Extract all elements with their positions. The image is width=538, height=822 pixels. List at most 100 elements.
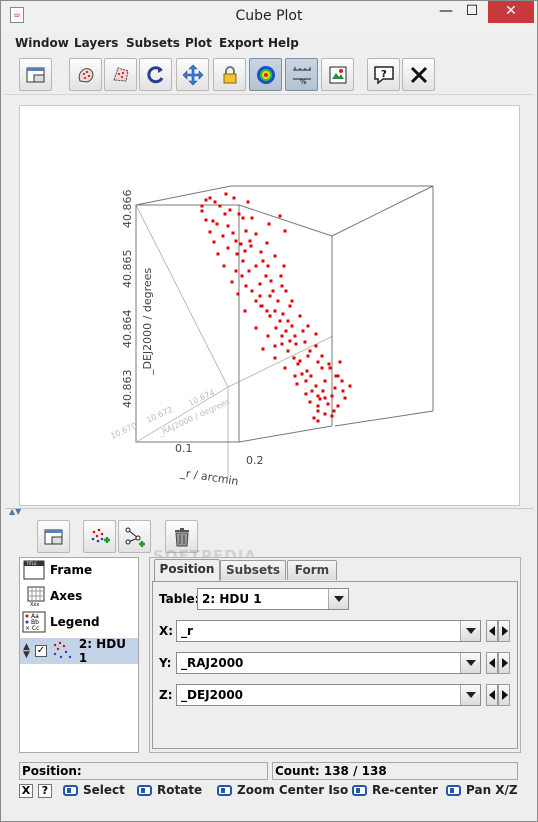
data-point: [226, 224, 230, 228]
data-point: [200, 209, 204, 213]
data-point: [348, 384, 352, 388]
position-status: Position:: [19, 762, 268, 780]
menu-layers[interactable]: Layers: [74, 36, 118, 50]
mouse-middle-icon: [352, 784, 367, 796]
menu-export[interactable]: Export: [219, 36, 263, 50]
x-column-value: _r: [181, 624, 193, 638]
axis-scale-button[interactable]: %: [285, 58, 318, 91]
density-button[interactable]: [249, 58, 282, 91]
layer-frame-label: Frame: [50, 563, 93, 577]
data-point: [215, 222, 219, 226]
menu-window[interactable]: Window: [15, 36, 69, 50]
density-icon: [256, 65, 275, 84]
data-point: [234, 239, 238, 243]
add-pair-layer-icon: [125, 527, 145, 547]
new-window-button[interactable]: [19, 58, 52, 91]
draw-subset-polygon-button[interactable]: [104, 58, 137, 91]
z-column-select[interactable]: _DEJ2000: [176, 684, 481, 706]
lock-aspect-button[interactable]: [213, 58, 246, 91]
menu-bar: Window Layers Subsets Plot Export Help: [5, 34, 533, 54]
plot-area[interactable]: 40.863 40.864 40.865 40.866 _DEJ2000 / d…: [19, 105, 520, 506]
data-point: [231, 231, 235, 235]
layer-visible-checkbox[interactable]: ✓: [34, 645, 47, 657]
y-column-select[interactable]: _RAJ2000: [176, 652, 481, 674]
rotate-reset-button[interactable]: [139, 58, 172, 91]
layer-axes[interactable]: Xxx Axes: [20, 584, 138, 608]
mouse-right-icon: [446, 784, 461, 796]
data-point: [333, 386, 337, 390]
close-button[interactable]: ✕: [488, 1, 534, 23]
data-point: [308, 349, 312, 353]
data-point: [241, 216, 245, 220]
data-point: [301, 329, 305, 333]
help-button[interactable]: ?: [367, 58, 400, 91]
x-label: X:: [159, 624, 174, 638]
chevron-down-icon[interactable]: [328, 589, 348, 609]
add-pair-layer-button[interactable]: [118, 520, 151, 553]
data-point: [244, 229, 248, 233]
z-prev-button[interactable]: [486, 684, 498, 706]
hint-pan-label: Pan X/Z: [466, 783, 518, 797]
menu-plot[interactable]: Plot: [185, 36, 212, 50]
tab-position[interactable]: Position: [154, 559, 220, 581]
add-position-layer-button[interactable]: [83, 520, 116, 553]
data-point: [280, 342, 284, 346]
close-window-button[interactable]: [402, 58, 435, 91]
chevron-down-icon[interactable]: [460, 653, 480, 673]
data-point: [204, 198, 208, 202]
data-point: [216, 252, 220, 256]
hints-help-button[interactable]: ?: [38, 784, 52, 798]
data-point: [232, 196, 236, 200]
data-point: [305, 369, 309, 373]
data-point: [298, 359, 302, 363]
data-point: [318, 397, 322, 401]
x-column-select[interactable]: _r: [176, 620, 481, 642]
frame-icon: TITLE: [23, 560, 45, 580]
layer-hdu1[interactable]: ▲ ▼ ✓ 2: HDU 1: [20, 637, 138, 665]
x-next-button[interactable]: [498, 620, 510, 642]
split-arrows-icon[interactable]: ▲▼: [9, 507, 21, 516]
chevron-down-icon[interactable]: [460, 621, 480, 641]
split-pane-divider[interactable]: ▲▼: [5, 507, 533, 517]
data-point: [259, 250, 263, 254]
data-point: [222, 264, 226, 268]
maximize-button[interactable]: ☐: [459, 1, 485, 23]
menu-subsets[interactable]: Subsets: [126, 36, 180, 50]
y-next-button[interactable]: [498, 652, 510, 674]
draw-subset-region-button[interactable]: [69, 58, 102, 91]
data-point: [290, 324, 294, 328]
drag-handle-icon[interactable]: ▲ ▼: [23, 643, 31, 660]
data-point: [304, 379, 308, 383]
hint-select-label: Select: [83, 783, 125, 797]
data-point: [280, 334, 284, 338]
navigation-button[interactable]: [176, 58, 209, 91]
data-point: [276, 299, 280, 303]
data-point: [304, 392, 308, 396]
svg-text:?: ?: [381, 69, 387, 80]
data-point: [309, 374, 313, 378]
table-select[interactable]: 2: HDU 1: [197, 588, 349, 610]
layer-legend[interactable]: Aa Bb × Cc Legend: [20, 610, 138, 634]
layer-frame[interactable]: TITLE Frame: [20, 558, 138, 582]
minimize-button[interactable]: —: [433, 1, 459, 23]
layer-list[interactable]: TITLE Frame Xxx Axes Aa Bb × Cc Legend ▲ ▼ …: [19, 557, 139, 753]
layer-axes-label: Axes: [50, 589, 83, 603]
data-point: [306, 354, 310, 358]
data-point: [286, 319, 290, 323]
data-point: [218, 204, 222, 208]
data-point: [254, 232, 258, 236]
export-image-button[interactable]: [321, 58, 354, 91]
y-prev-button[interactable]: [486, 652, 498, 674]
new-window-button-2[interactable]: [37, 520, 70, 553]
hint-rotate-label: Rotate: [157, 783, 203, 797]
z-next-button[interactable]: [498, 684, 510, 706]
x-prev-button[interactable]: [486, 620, 498, 642]
data-point: [273, 344, 277, 348]
close-hints-button[interactable]: X: [19, 784, 33, 798]
tab-subsets[interactable]: Subsets: [220, 560, 286, 580]
tab-form[interactable]: Form: [287, 560, 337, 580]
chevron-down-icon[interactable]: [460, 685, 480, 705]
svg-text:%: %: [300, 78, 307, 86]
menu-help[interactable]: Help: [268, 36, 299, 50]
cube-plot[interactable]: 40.863 40.864 40.865 40.866 _DEJ2000 / d…: [20, 106, 519, 505]
